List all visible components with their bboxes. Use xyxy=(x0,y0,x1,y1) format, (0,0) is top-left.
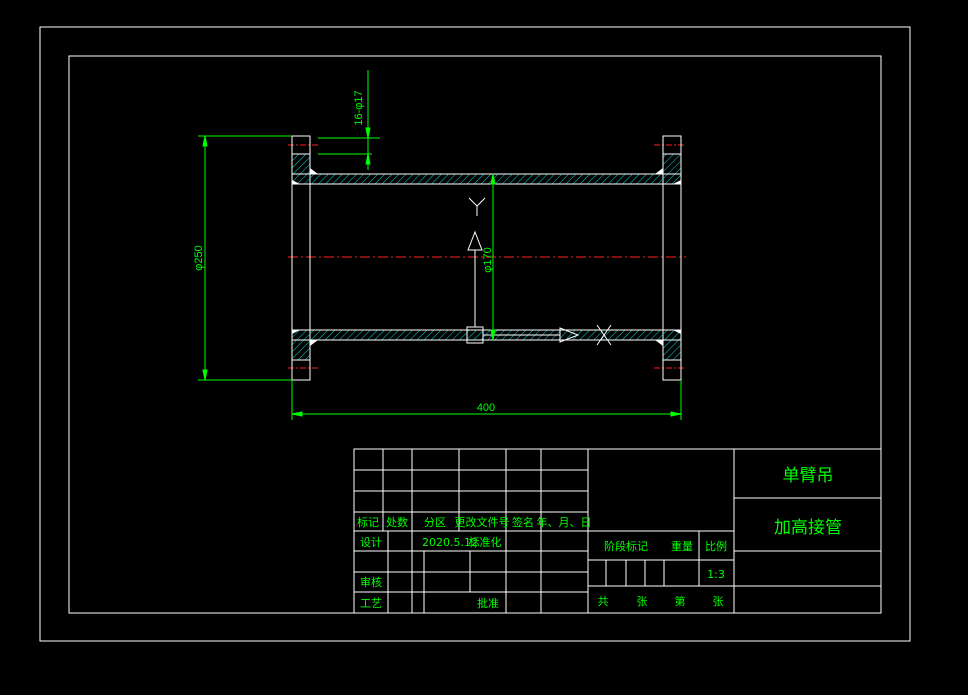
left-flange xyxy=(291,135,311,381)
dim-length: 400 xyxy=(477,402,495,414)
weld-top-right xyxy=(655,168,663,174)
weld-bottom-right xyxy=(655,340,663,346)
sheet-unit-a: 张 xyxy=(637,595,648,608)
weight-label: 重量 xyxy=(671,539,693,553)
header-mark: 标记 xyxy=(357,515,379,529)
header-signature: 签名 xyxy=(512,515,534,529)
weld-top-left xyxy=(310,168,318,174)
pipe-wall-top xyxy=(291,173,682,185)
row-approve: 批准 xyxy=(477,596,499,610)
cad-drawing: 16-φ17 φ250 φ170 400 单臂吊 加高接管 标记 处数 分区 更… xyxy=(39,26,911,642)
sheet-number: 第 xyxy=(675,594,686,608)
stage-mark-label: 阶段标记 xyxy=(604,539,648,553)
row-review: 审核 xyxy=(360,575,382,589)
part-name: 加高接管 xyxy=(774,518,842,538)
row-standardization: 标准化 xyxy=(469,535,502,549)
weld-bottom-left xyxy=(310,340,318,346)
product-name: 单臂吊 xyxy=(783,466,834,486)
dim-outer-diameter: φ250 xyxy=(193,245,205,271)
sheet-unit-b: 张 xyxy=(713,595,724,608)
header-count: 处数 xyxy=(386,516,408,529)
header-doc-no: 更改文件号 xyxy=(455,515,510,529)
dimensions xyxy=(198,70,682,420)
row-process: 工艺 xyxy=(360,597,382,610)
dim-inner-diameter: φ170 xyxy=(482,247,494,273)
right-flange xyxy=(662,135,682,381)
sheet-total: 共 xyxy=(598,595,609,608)
row-design: 设计 xyxy=(360,536,382,549)
scale-label: 比例 xyxy=(705,539,727,553)
dim-bolt-holes: 16-φ17 xyxy=(353,90,365,125)
header-zone: 分区 xyxy=(424,516,446,529)
scale-value: 1:3 xyxy=(707,568,725,581)
header-date: 年、月、日 xyxy=(537,515,592,529)
